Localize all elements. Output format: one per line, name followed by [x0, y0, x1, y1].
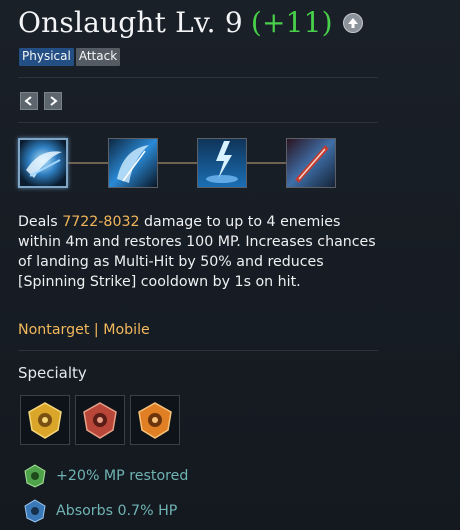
desc-pre: Deals: [18, 214, 63, 230]
divider: [18, 77, 378, 78]
skill-description: Deals 7722-8032 damage to up to 4 enemie…: [18, 212, 378, 292]
connector: [158, 162, 197, 164]
bonus-hp-absorb: Absorbs 0.7% HP: [22, 498, 177, 524]
divider: [18, 122, 378, 123]
tripod-crimson-slash-icon[interactable]: [286, 138, 336, 188]
damage-range: 7722-8032: [62, 214, 140, 230]
skill-traits: Nontarget | Mobile: [18, 322, 150, 338]
tripod-nav: [20, 92, 62, 110]
tripod-lightning-strike-icon[interactable]: [197, 138, 247, 188]
connector: [247, 162, 286, 164]
green-gem-icon: [24, 464, 46, 488]
connector: [68, 162, 108, 164]
specialty-gems: [20, 395, 180, 445]
skill-tooltip: Onslaught Lv. 9 (+11) Physical Attack De…: [0, 0, 460, 530]
orange-rune-gem-icon[interactable]: [130, 395, 180, 445]
tripod-blade-wave-icon[interactable]: [108, 138, 158, 188]
tag-physical: Physical: [19, 48, 74, 66]
upgrade-arrow-icon[interactable]: [342, 12, 363, 33]
bonus-mp-restored: +20% MP restored: [22, 463, 188, 489]
skill-tags: Physical Attack: [19, 48, 121, 66]
tripod-row: [18, 138, 340, 190]
chevron-right-icon: [50, 96, 58, 106]
chevron-left-icon: [24, 96, 32, 106]
bonus-mp-text: +20% MP restored: [56, 468, 189, 484]
title-row: Onslaught Lv. 9 (+11): [18, 6, 363, 39]
bonus-level: (+11): [250, 6, 333, 39]
next-button[interactable]: [44, 92, 62, 110]
red-rune-gem-icon[interactable]: [75, 395, 125, 445]
skill-name: Onslaught Lv. 9: [18, 6, 243, 39]
specialty-title: Specialty: [18, 364, 87, 382]
bonus-hp-text: Absorbs 0.7% HP: [56, 503, 178, 519]
blue-gem-icon: [24, 499, 46, 523]
tripod-ice-slash-icon[interactable]: [18, 138, 68, 188]
skill-title: Onslaught Lv. 9 (+11): [18, 6, 333, 39]
gold-rune-gem-icon[interactable]: [20, 395, 70, 445]
prev-button[interactable]: [20, 92, 38, 110]
tag-attack: Attack: [75, 48, 121, 66]
divider: [18, 350, 378, 351]
